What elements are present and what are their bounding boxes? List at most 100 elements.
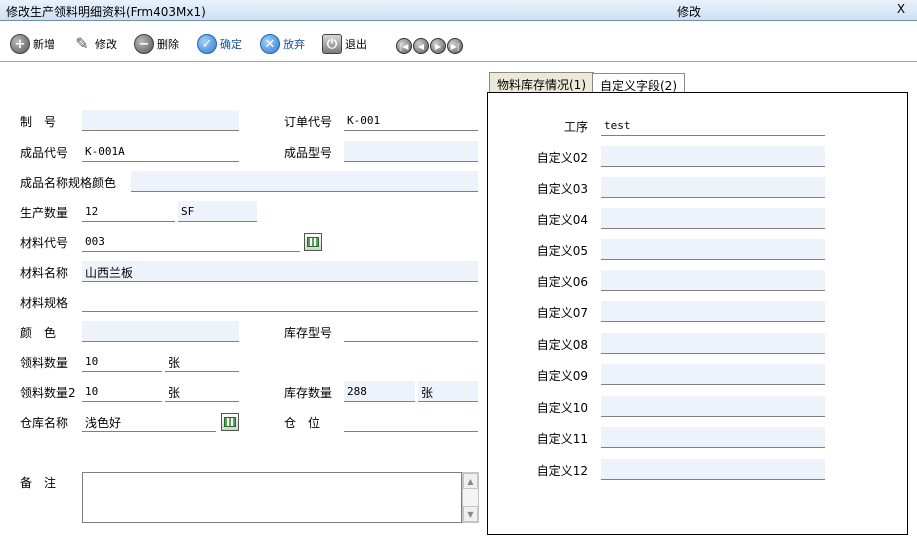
exit-button[interactable]: ⏻ 退出 xyxy=(322,32,367,56)
product-code-field[interactable]: K-001A xyxy=(82,141,239,162)
custom-field-input[interactable] xyxy=(601,208,825,229)
custom-field-input[interactable] xyxy=(601,396,825,417)
product-model-label: 成品型号 xyxy=(284,146,333,160)
last-record-button[interactable]: ▶| xyxy=(447,38,463,54)
stock-model-field[interactable] xyxy=(344,321,478,342)
next-icon: ▶ xyxy=(434,41,442,51)
custom-field-label: 自定义02 xyxy=(536,151,588,165)
prev-icon: ◀ xyxy=(417,41,425,51)
custom-fields-panel: 工序 test 自定义02 自定义03 自定义04 自定义05 自定义06 自定义07 自定义0… xyxy=(487,92,908,535)
warehouse-picker-button[interactable] xyxy=(221,413,239,431)
custom-field-input[interactable] xyxy=(601,364,825,385)
material-name-label: 材料名称 xyxy=(20,266,69,280)
pencil-icon: ✎ xyxy=(75,34,89,53)
window-mode: 修改 xyxy=(677,5,702,19)
zhihao-field[interactable] xyxy=(82,110,239,131)
add-label: 新增 xyxy=(33,38,55,51)
custom-field-label: 自定义11 xyxy=(536,432,588,446)
remark-textarea[interactable] xyxy=(82,472,462,523)
check-icon: ✓ xyxy=(197,34,217,54)
custom-field-label: 自定义04 xyxy=(536,213,588,227)
toolbar: + 新增 ✎ 修改 − 删除 ✓ 确定 ✕ 放弃 ⏻ 退出 |◀ ◀ ▶ ▶| xyxy=(0,22,917,62)
edit-button[interactable]: ✎ 修改 xyxy=(72,32,117,56)
edit-label: 修改 xyxy=(95,38,117,51)
power-icon: ⏻ xyxy=(322,34,342,54)
custom-field-input[interactable] xyxy=(601,177,825,198)
custom-field-input[interactable] xyxy=(601,427,825,448)
product-code-label: 成品代号 xyxy=(20,146,69,160)
custom-field-input[interactable]: test xyxy=(601,115,825,136)
grid-icon xyxy=(307,237,319,247)
confirm-button[interactable]: ✓ 确定 xyxy=(197,32,242,56)
warehouse-label: 仓库名称 xyxy=(20,416,69,430)
custom-field-input[interactable] xyxy=(601,301,825,322)
material-spec-field[interactable] xyxy=(82,291,478,312)
window-title: 修改生产领料明细资料(Frm403Mx1) xyxy=(6,5,206,19)
prod-qty-unit: SF xyxy=(178,201,257,222)
custom-field-label: 自定义09 xyxy=(536,369,588,383)
minus-icon: − xyxy=(134,34,154,54)
prod-qty-label: 生产数量 xyxy=(20,206,69,220)
custom-field-label: 工序 xyxy=(563,120,588,134)
issue-qty-unit: 张 xyxy=(165,351,239,372)
material-code-field[interactable]: 003 xyxy=(82,231,300,252)
material-picker-button[interactable] xyxy=(304,233,322,251)
cancel-button[interactable]: ✕ 放弃 xyxy=(260,32,305,56)
material-name-field[interactable]: 山西兰板 xyxy=(82,261,478,282)
stock-qty-label: 库存数量 xyxy=(284,386,333,400)
custom-field-label: 自定义03 xyxy=(536,182,588,196)
issue-qty2-field[interactable]: 10 xyxy=(82,381,162,402)
issue-qty2-label: 领料数量2 xyxy=(20,386,76,400)
plus-icon: + xyxy=(10,34,30,54)
material-code-label: 材料代号 xyxy=(20,236,69,250)
custom-field-input[interactable] xyxy=(601,270,825,291)
custom-field-label: 自定义07 xyxy=(536,306,588,320)
cancel-label: 放弃 xyxy=(283,38,305,51)
custom-field-input[interactable] xyxy=(601,239,825,260)
prev-record-button[interactable]: ◀ xyxy=(413,38,429,54)
stock-qty-field: 288 xyxy=(344,381,415,402)
issue-qty-label: 领料数量 xyxy=(20,356,69,370)
custom-field-input[interactable] xyxy=(601,459,825,480)
color-label: 颜 色 xyxy=(20,326,57,340)
delete-button[interactable]: − 删除 xyxy=(134,32,179,56)
order-code-field[interactable]: K-001 xyxy=(344,110,478,131)
issue-qty-field[interactable]: 10 xyxy=(82,351,162,372)
stock-qty-unit: 张 xyxy=(418,381,478,402)
location-field[interactable] xyxy=(344,411,478,432)
next-record-button[interactable]: ▶ xyxy=(430,38,446,54)
remark-scrollbar[interactable]: ▲ ▼ xyxy=(462,472,479,523)
custom-field-label: 自定义10 xyxy=(536,401,588,415)
color-field[interactable] xyxy=(82,321,239,342)
title-bar: 修改生产领料明细资料(Frm403Mx1) 修改 X xyxy=(0,0,917,21)
zhihao-label: 制 号 xyxy=(20,115,57,129)
issue-qty2-unit: 张 xyxy=(165,381,239,402)
custom-field-label: 自定义05 xyxy=(536,244,588,258)
scroll-up-icon[interactable]: ▲ xyxy=(463,473,478,489)
custom-field-label: 自定义12 xyxy=(536,464,588,478)
warehouse-field[interactable]: 浅色好 xyxy=(82,411,216,432)
add-button[interactable]: + 新增 xyxy=(10,32,55,56)
exit-label: 退出 xyxy=(345,38,367,51)
delete-label: 删除 xyxy=(157,38,179,51)
scroll-down-icon[interactable]: ▼ xyxy=(463,506,478,522)
custom-field-label: 自定义08 xyxy=(536,338,588,352)
product-model-field[interactable] xyxy=(344,141,478,162)
custom-field-input[interactable] xyxy=(601,333,825,354)
first-record-button[interactable]: |◀ xyxy=(396,38,412,54)
tab-custom-fields[interactable]: 自定义字段(2) xyxy=(592,73,685,93)
order-code-label: 订单代号 xyxy=(284,115,333,129)
product-name-spec-color-label: 成品名称规格颜色 xyxy=(20,176,117,190)
tab-stock[interactable]: 物料库存情况(1) xyxy=(489,72,594,93)
product-name-spec-color-field[interactable] xyxy=(131,171,478,192)
remark-label: 备 注 xyxy=(20,476,57,490)
custom-field-input[interactable] xyxy=(601,146,825,167)
prod-qty-field[interactable]: 12 xyxy=(82,201,175,222)
first-icon: |◀ xyxy=(399,41,409,51)
location-label: 仓 位 xyxy=(284,416,321,430)
stock-model-label: 库存型号 xyxy=(284,326,333,340)
close-button[interactable]: X xyxy=(894,2,908,18)
last-icon: ▶| xyxy=(450,41,460,51)
grid-icon xyxy=(224,417,236,427)
confirm-label: 确定 xyxy=(220,38,242,51)
